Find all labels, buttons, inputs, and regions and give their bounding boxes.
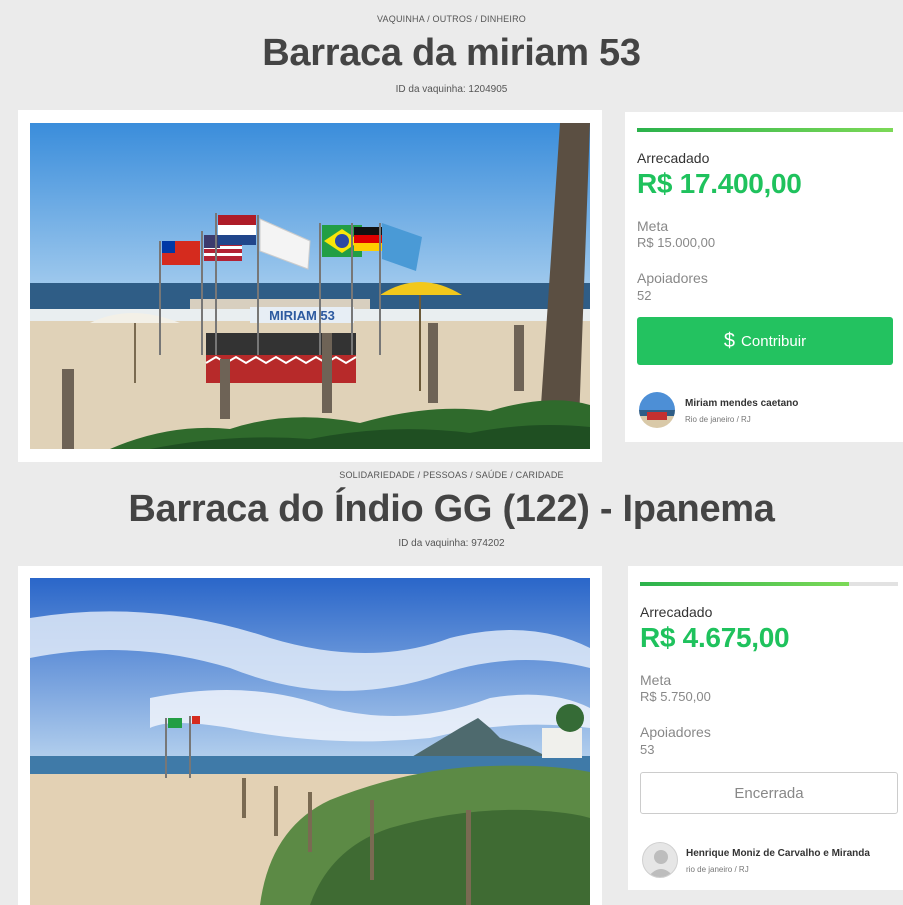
owner-name[interactable]: Henrique Moniz de Carvalho e Miranda — [686, 848, 870, 859]
goal-label: Meta — [637, 218, 669, 234]
supporters-count: 52 — [637, 288, 652, 303]
goal-amount: R$ 15.000,00 — [637, 235, 716, 250]
owner-location: rio de janeiro / RJ — [686, 865, 749, 874]
raised-label: Arrecadado — [637, 150, 710, 166]
avatar[interactable] — [642, 842, 678, 878]
campaign-photo-card[interactable]: MIRIAM 53 — [18, 110, 602, 462]
progress-bar — [637, 128, 893, 132]
campaign-section-2: SOLIDARIEDADE / PESSOAS / SAÚDE / CARIDA… — [0, 462, 903, 905]
supporters-label: Apoiadores — [640, 724, 711, 740]
campaign-id: ID da vaquinha: 974202 — [398, 538, 505, 549]
campaign-photo[interactable] — [30, 578, 590, 905]
campaign-title[interactable]: Barraca do Índio GG (122) - Ipanema — [0, 488, 903, 531]
closed-button[interactable]: Encerrada — [640, 772, 898, 814]
campaign-id: ID da vaquinha: 1204905 — [395, 84, 508, 95]
campaign-summary-card: Arrecadado R$ 4.675,00 Meta R$ 5.750,00 … — [628, 566, 903, 890]
raised-amount: R$ 17.400,00 — [637, 168, 802, 199]
raised-amount: R$ 4.675,00 — [640, 622, 790, 653]
goal-amount: R$ 5.750,00 — [640, 689, 711, 704]
campaign-category[interactable]: SOLIDARIEDADE / PESSOAS / SAÚDE / CARIDA… — [0, 470, 903, 480]
progress-bar-fill — [640, 582, 849, 586]
campaign-photo[interactable]: MIRIAM 53 — [30, 123, 590, 449]
progress-bar — [640, 582, 898, 586]
owner-location: Rio de janeiro / RJ — [685, 415, 751, 424]
supporters-count: 53 — [640, 742, 655, 757]
campaign-title[interactable]: Barraca da miriam 53 — [0, 32, 903, 75]
campaign-section-1: VAQUINHA / OUTROS / DINHEIRO Barraca da … — [0, 0, 903, 462]
ipanema-beach-photo — [30, 578, 590, 905]
campaign-photo-card[interactable] — [18, 566, 602, 905]
progress-bar-fill — [637, 128, 893, 132]
campaign-summary-card: Arrecadado R$ 17.400,00 Meta R$ 15.000,0… — [625, 112, 903, 442]
supporters-label: Apoiadores — [637, 270, 708, 286]
owner-name[interactable]: Miriam mendes caetano — [685, 398, 798, 409]
raised-label: Arrecadado — [640, 604, 713, 620]
goal-label: Meta — [640, 672, 672, 688]
dollar-icon: $ — [723, 329, 736, 352]
campaign-category[interactable]: VAQUINHA / OUTROS / DINHEIRO — [0, 14, 903, 24]
photo-banner-text: MIRIAM 53 — [269, 308, 335, 323]
user-placeholder-icon — [648, 850, 674, 877]
owner-photo — [639, 392, 675, 428]
contribute-button[interactable]: $ Contribuir — [637, 317, 893, 365]
contribute-button-label: Contribuir — [741, 332, 807, 350]
beach-tent-photo: MIRIAM 53 — [30, 123, 590, 449]
avatar[interactable] — [639, 392, 675, 428]
